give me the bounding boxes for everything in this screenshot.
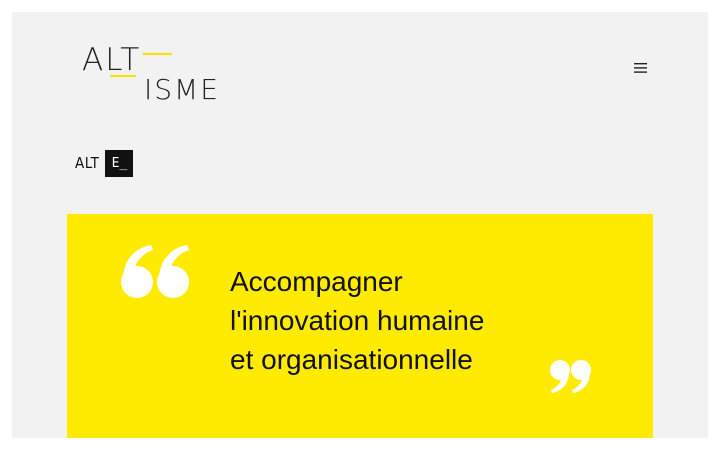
quote-text: Accompagner l'innovation humaine et orga… [230, 262, 570, 379]
logo-bottom-text: ISME [144, 73, 220, 102]
hamburger-menu-icon[interactable] [631, 60, 649, 76]
alt-badge-prefix: ALT [75, 154, 100, 172]
quote-line-3: et organisationnelle [230, 344, 473, 375]
altisme-logo[interactable]: ALT ISME [80, 42, 240, 102]
quote-line-1: Accompagner [230, 266, 403, 297]
close-quote-icon [550, 360, 592, 398]
alt-e-badge[interactable]: ALT E_ [75, 149, 134, 177]
logo-top-text: ALT [82, 42, 141, 78]
alt-badge-box: E_ [105, 149, 134, 177]
quote-card: Accompagner l'innovation humaine et orga… [67, 214, 653, 438]
page-frame: ALT ISME ALT E_ Accompagner l'innovation… [12, 12, 708, 438]
quote-line-2: l'innovation humaine [230, 305, 485, 336]
open-quote-icon [121, 244, 191, 304]
